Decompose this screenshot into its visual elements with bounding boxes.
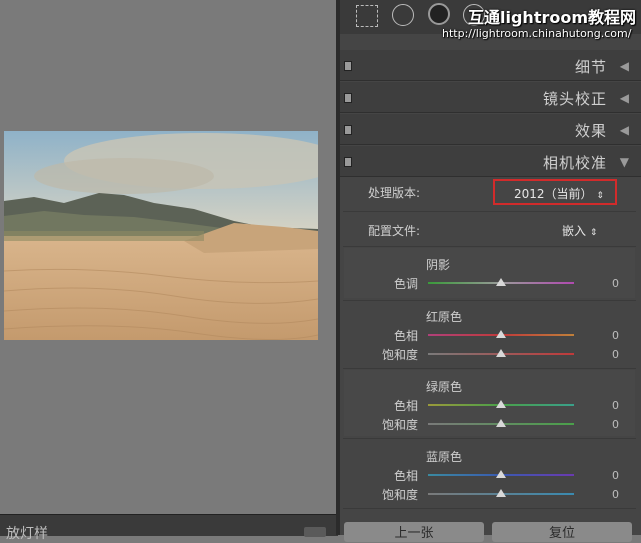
reset-button[interactable]: 复位 (492, 522, 632, 542)
profile-select[interactable]: 嵌入 ⇕ (562, 222, 597, 239)
green-primary-title: 绿原色 (426, 380, 463, 394)
separator (343, 368, 636, 369)
profile-value: 嵌入 (562, 224, 587, 238)
red-primary-title: 红原色 (426, 310, 463, 324)
separator (343, 508, 636, 509)
panel-title: 细节 (574, 58, 607, 76)
collapse-triangle-icon: ◀ (619, 91, 629, 105)
panel-toggle-switch[interactable] (344, 125, 352, 135)
green-sat-label: 饱和度 (381, 418, 418, 432)
previous-button-label: 上一张 (394, 526, 434, 541)
profile-label: 配置文件: (368, 224, 421, 238)
collapse-triangle-icon: ◀ (619, 59, 629, 73)
process-version-select[interactable]: 2012（当前） ⇕ (514, 185, 604, 202)
green-sat-value[interactable]: 0 (612, 418, 619, 431)
redeye-icon[interactable] (428, 3, 450, 25)
panel-header-calibration[interactable]: 相机校准 ▼ (340, 146, 641, 177)
updown-icon: ⇕ (589, 228, 598, 238)
updown-icon: ⇕ (596, 191, 604, 201)
separator (343, 438, 636, 439)
slider-thumb[interactable] (496, 489, 506, 497)
profile-row: 配置文件: 嵌入 ⇕ (340, 213, 641, 245)
panel-header-effects[interactable]: 效果 ◀ (340, 114, 641, 145)
panel-title: 相机校准 (542, 154, 607, 172)
blue-hue-label: 色相 (393, 469, 418, 483)
red-hue-label: 色相 (393, 329, 418, 343)
preview-area: 放灯样 (0, 0, 338, 542)
panel-title: 镜头校正 (542, 90, 607, 108)
panel-toggle-switch[interactable] (344, 157, 352, 167)
green-hue-value[interactable]: 0 (612, 399, 619, 412)
separator (343, 246, 636, 247)
photo-preview[interactable] (4, 131, 318, 340)
process-version-label: 处理版本: (368, 186, 421, 200)
red-sat-label: 饱和度 (381, 348, 418, 362)
blue-sat-label: 饱和度 (381, 488, 418, 502)
blue-primary-title: 蓝原色 (426, 450, 463, 464)
green-hue-label: 色相 (393, 399, 418, 413)
separator (343, 211, 636, 212)
panel-header-lens[interactable]: 镜头校正 ◀ (340, 82, 641, 113)
watermark-url: http://lightroom.chinahutong.com/ (442, 27, 632, 40)
shadows-tint-label: 色调 (393, 277, 418, 291)
slider-thumb[interactable] (496, 419, 506, 427)
toolbar-toggle-button[interactable] (304, 527, 326, 537)
previous-button[interactable]: 上一张 (344, 522, 484, 542)
crop-icon[interactable] (356, 5, 378, 27)
watermark-title: 互通lightroom教程网 (468, 8, 637, 27)
expand-triangle-icon: ▼ (619, 155, 629, 169)
shadows-tint-value[interactable]: 0 (612, 277, 619, 290)
bottom-toolbar: 放灯样 (0, 514, 338, 542)
slider-thumb[interactable] (496, 330, 506, 338)
red-sat-value[interactable]: 0 (612, 348, 619, 361)
blue-hue-value[interactable]: 0 (612, 469, 619, 482)
spot-removal-icon[interactable] (392, 4, 414, 26)
red-hue-value[interactable]: 0 (612, 329, 619, 342)
panel-header-detail[interactable]: 细节 ◀ (340, 50, 641, 81)
separator (343, 300, 636, 301)
panel-toggle-switch[interactable] (344, 93, 352, 103)
slider-thumb[interactable] (496, 349, 506, 357)
reset-button-label: 复位 (548, 526, 575, 541)
bottom-toolbar-label[interactable]: 放灯样 (6, 523, 48, 543)
collapse-triangle-icon: ◀ (619, 123, 629, 137)
panel-title: 效果 (574, 122, 607, 140)
develop-right-panel: 细节 ◀ 镜头校正 ◀ 效果 ◀ 相机校准 ▼ 配置文件: 嵌入 ⇕ 阴影 色调… (340, 0, 641, 542)
shadows-title: 阴影 (426, 258, 451, 272)
slider-thumb[interactable] (496, 400, 506, 408)
slider-thumb[interactable] (496, 470, 506, 478)
process-version-value: 2012（当前） (514, 187, 593, 201)
slider-thumb[interactable] (496, 278, 506, 286)
desert-photo (4, 131, 318, 340)
blue-sat-value[interactable]: 0 (612, 488, 619, 501)
panel-toggle-switch[interactable] (344, 61, 352, 71)
